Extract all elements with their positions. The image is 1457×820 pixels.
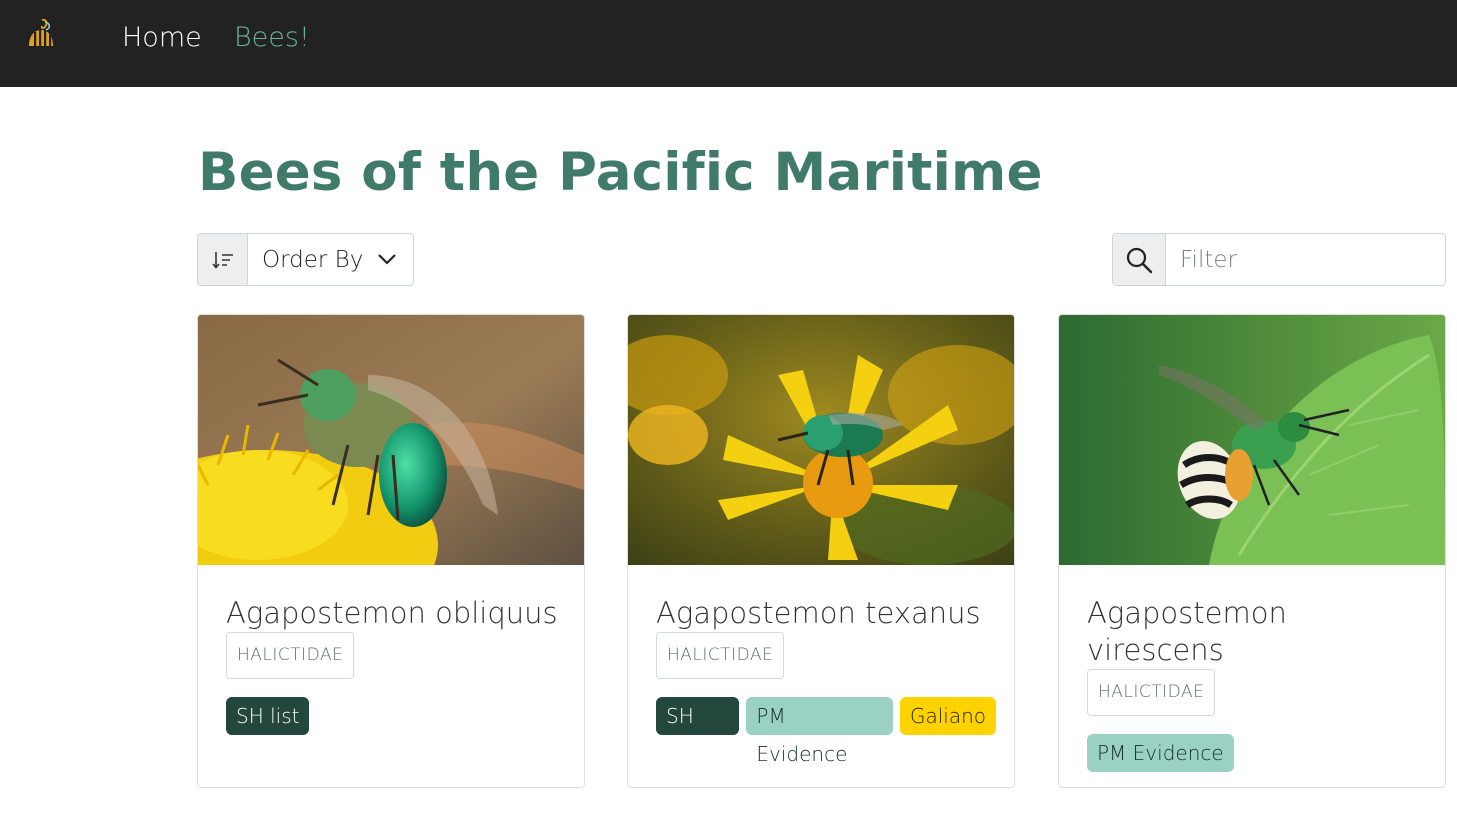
tag-sh-list: SH list	[226, 697, 310, 735]
tag-galiano: Galiano	[899, 697, 996, 735]
page-title: Bees of the Pacific Maritime	[198, 142, 1043, 203]
top-navbar: Home Bees!	[0, 0, 1457, 87]
tag-list: PM Evidence	[1087, 734, 1427, 772]
species-name: Agapostemon texanus	[656, 596, 981, 630]
family-badge: HALICTIDAE	[226, 632, 355, 679]
search-button[interactable]	[1113, 234, 1166, 285]
tag-sh-list: SH list	[656, 697, 740, 766]
order-by-label: Order By	[262, 246, 364, 273]
bee-photo-image	[628, 315, 1014, 565]
filter-control	[1112, 233, 1446, 286]
chevron-down-icon	[378, 254, 396, 265]
tag-pm-evidence: PM Evidence	[746, 697, 893, 766]
family-badge: HALICTIDAE	[656, 632, 785, 679]
card-body: Agapostemon texanus HALICTIDAE SH list P…	[656, 595, 996, 766]
card-body: Agapostemon obliquus HALICTIDAE SH list	[226, 595, 566, 735]
bee-photo-image	[1059, 315, 1445, 565]
nav-bees-link[interactable]: Bees!	[234, 20, 310, 56]
sort-descending-icon	[211, 251, 233, 269]
species-name: Agapostemon virescens	[1087, 596, 1287, 667]
order-by-select[interactable]: Order By	[248, 234, 413, 285]
order-by-control: Order By	[197, 233, 414, 286]
tag-pm-evidence: PM Evidence	[1087, 734, 1234, 772]
search-icon	[1126, 247, 1153, 273]
species-name: Agapostemon obliquus	[226, 596, 558, 630]
species-card[interactable]: Agapostemon virescens HALICTIDAE PM Evid…	[1058, 314, 1446, 788]
card-body: Agapostemon virescens HALICTIDAE PM Evid…	[1087, 595, 1427, 772]
tag-list: SH list	[226, 697, 566, 735]
family-badge: HALICTIDAE	[1087, 669, 1216, 716]
bee-logo-icon[interactable]	[26, 18, 58, 52]
filter-input[interactable]	[1166, 234, 1445, 285]
species-card[interactable]: Agapostemon obliquus HALICTIDAE SH list	[197, 314, 585, 788]
bee-photo-image	[198, 315, 584, 565]
species-card[interactable]: Agapostemon texanus HALICTIDAE SH list P…	[627, 314, 1015, 788]
nav-home-link[interactable]: Home	[122, 20, 202, 56]
sort-direction-button[interactable]	[198, 234, 248, 285]
tag-list: SH list PM Evidence Galiano	[656, 697, 996, 766]
